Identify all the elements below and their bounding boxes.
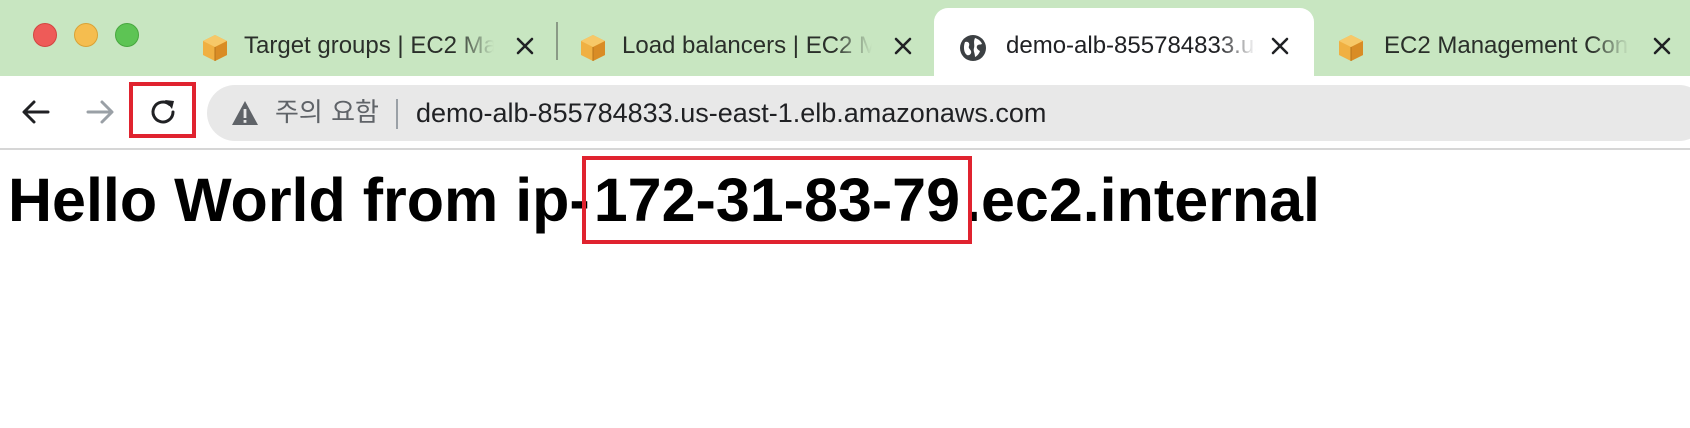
tab-target-groups[interactable]: Target groups | EC2 Management Console [186,8,556,76]
reload-button[interactable] [141,90,185,134]
tab-demo-alb[interactable]: demo-alb-855784833.us-east-1.elb.amazona… [934,8,1314,76]
aws-box-icon [203,35,227,61]
url-text[interactable]: demo-alb-855784833.us-east-1.elb.amazona… [416,97,1046,129]
omnibox-divider [396,99,398,129]
reload-icon [151,100,175,124]
aws-box-icon [581,35,605,61]
tab-title: Target groups | EC2 Management Console [244,32,494,59]
tab-close-icon[interactable] [888,31,918,61]
ip-address-highlight: 172-31-83-79 [581,156,973,244]
window-zoom-button[interactable] [115,23,139,47]
tab-divider [556,22,558,60]
arrow-right-icon [86,100,114,124]
back-button[interactable] [14,90,58,134]
tab-strip: Target groups | EC2 Management Console L… [0,0,1690,76]
security-status-label[interactable]: 주의 요함 [275,98,379,128]
page-content: Hello World from ip-172-31-83-79.ec2.int… [0,150,1690,428]
forward-button[interactable] [78,90,122,134]
arrow-left-icon [22,100,50,124]
tab-load-balancers[interactable]: Load balancers | EC2 Management Console [564,8,934,76]
page-heading: Hello World from ip-172-31-83-79.ec2.int… [8,156,1321,244]
heading-prefix: Hello World from ip- [8,166,590,234]
tab-title: EC2 Management Console [1384,32,1629,59]
window-close-button[interactable] [33,23,57,47]
tab-close-icon[interactable] [510,31,540,61]
window-minimize-button[interactable] [74,23,98,47]
tab-ec2-console[interactable]: EC2 Management Console [1322,8,1690,76]
browser-toolbar: 주의 요함 demo-alb-855784833.us-east-1.elb.a… [0,76,1690,150]
aws-box-icon [1339,35,1363,61]
tab-title: Load balancers | EC2 Management Console [622,32,872,59]
tab-close-icon[interactable] [1647,31,1677,61]
tab-close-icon[interactable] [1265,31,1295,61]
warning-triangle-icon[interactable] [231,100,259,126]
tab-title: demo-alb-855784833.us-east-1.elb.amazona… [1006,32,1256,59]
address-bar[interactable]: 주의 요함 demo-alb-855784833.us-east-1.elb.a… [207,85,1690,141]
heading-suffix: .ec2.internal [964,166,1321,234]
browser-window: Target groups | EC2 Management Console L… [0,0,1690,428]
globe-icon [960,35,986,61]
